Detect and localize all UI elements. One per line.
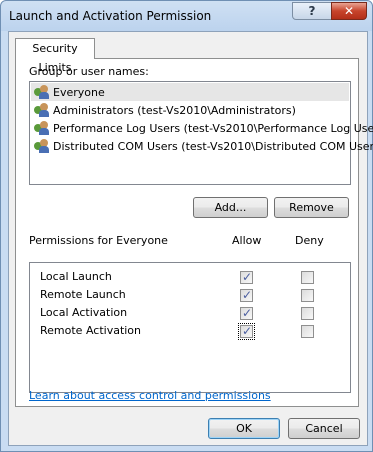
users-icon [34,121,50,135]
dialog-client: Security Limits Group or user names: Eve… [8,31,373,446]
allow-local-launch-checkbox[interactable]: ✓ [240,270,253,284]
checkmark-icon: ✓ [242,288,253,302]
list-item-label: Distributed COM Users (test-Vs2010\Distr… [53,139,373,153]
dialog-window: Launch and Activation Permission ? ✕ Sec… [0,0,373,452]
perm-local-activation-label: Local Activation [40,306,128,319]
users-icon [34,139,50,153]
group-list[interactable]: Everyone Administrators (test-Vs2010\Adm… [29,81,373,185]
deny-local-activation-checkbox[interactable] [301,307,314,320]
list-item-label: Performance Log Users (test-Vs2010\Perfo… [53,121,373,135]
remove-button[interactable]: Remove [274,197,349,218]
help-button[interactable]: ? [292,2,332,20]
list-item-everyone[interactable]: Everyone [31,83,349,101]
list-item-distributed-com-users[interactable]: Distributed COM Users (test-Vs2010\Distr… [34,137,373,155]
perm-local-launch-label: Local Launch [40,270,112,283]
close-button[interactable]: ✕ [331,2,367,20]
deny-remote-activation-checkbox[interactable] [301,325,314,338]
list-item-administrators[interactable]: Administrators (test-Vs2010\Administrato… [34,101,296,119]
list-item-performance-log-users[interactable]: Performance Log Users (test-Vs2010\Perfo… [34,119,373,137]
deny-local-launch-checkbox[interactable] [301,271,314,284]
list-item-label: Administrators (test-Vs2010\Administrato… [53,103,296,117]
list-item-label: Everyone [53,85,105,99]
users-icon [34,85,50,99]
tab-panel: Group or user names: Everyone Administra… [15,58,373,407]
perm-remote-launch-label: Remote Launch [40,288,126,301]
permissions-list: Local Launch Remote Launch Local Activat… [29,262,351,393]
checkmark-icon: ✓ [242,306,253,320]
allow-local-activation-checkbox[interactable]: ✓ [240,306,253,320]
allow-remote-activation-checkbox[interactable]: ✓ [238,323,255,340]
cancel-button[interactable]: Cancel [288,418,360,439]
ok-button[interactable]: OK [208,418,280,439]
title-bar[interactable]: Launch and Activation Permission ? ✕ [1,1,372,31]
users-icon [34,103,50,117]
window-title: Launch and Activation Permission [9,9,212,23]
tab-security-limits[interactable]: Security Limits [15,38,95,74]
allow-column-header: Allow [232,234,262,247]
deny-column-header: Deny [295,234,324,247]
permissions-header: Permissions for Everyone [29,234,168,247]
add-button[interactable]: Add... [193,197,268,218]
checkmark-icon: ✓ [242,324,253,338]
deny-remote-launch-checkbox[interactable] [301,289,314,302]
allow-remote-launch-checkbox[interactable]: ✓ [240,288,253,302]
perm-remote-activation-label: Remote Activation [40,324,142,337]
learn-more-link[interactable]: Learn about access control and permissio… [29,389,271,402]
checkmark-icon: ✓ [242,270,253,284]
